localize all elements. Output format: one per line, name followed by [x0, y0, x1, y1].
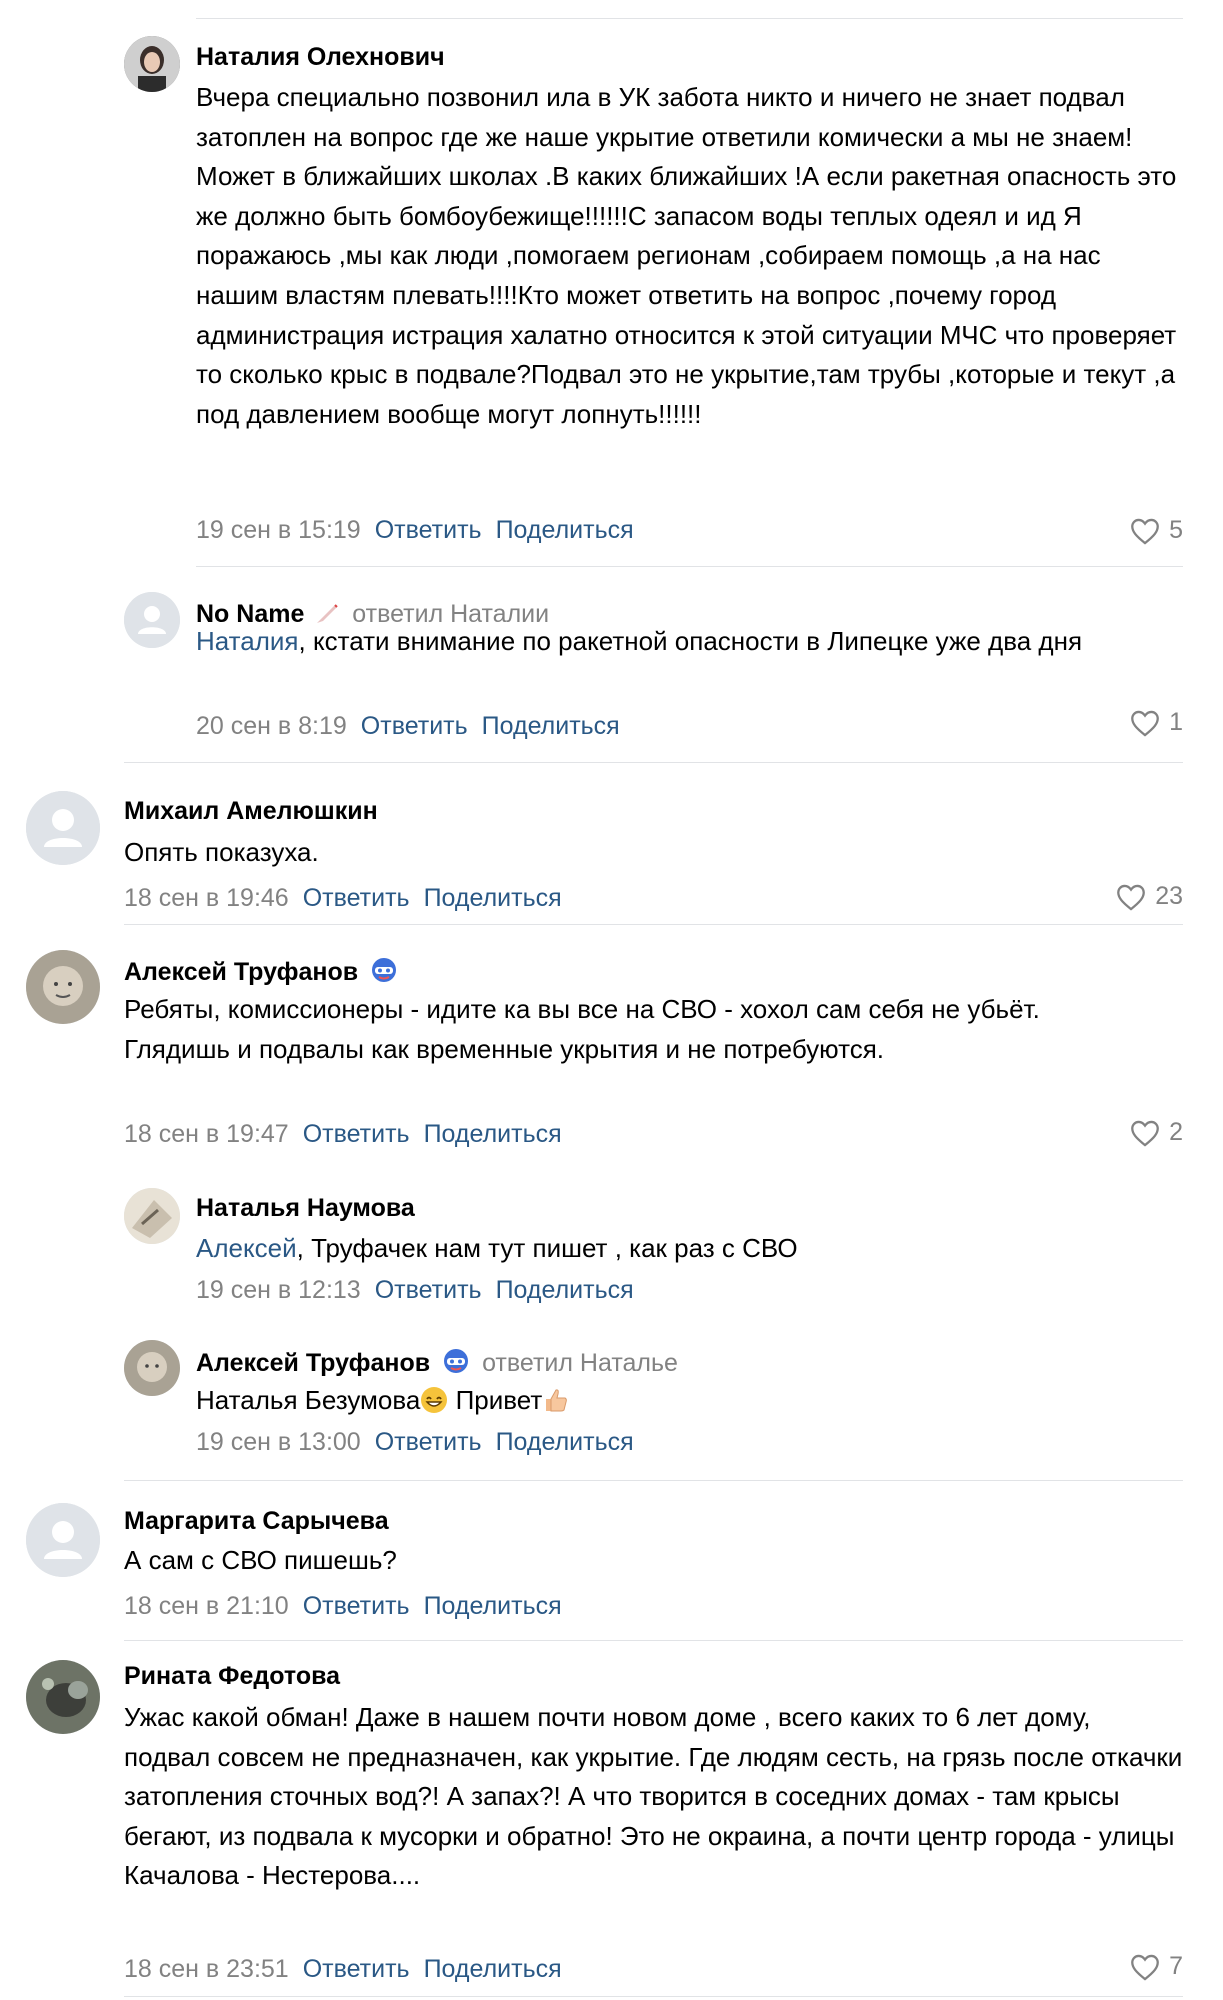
comment-text: Вчера специально позвонил ила в УК забот…: [196, 82, 1177, 429]
mention-link[interactable]: Наталия: [196, 626, 299, 656]
share-button[interactable]: Поделиться: [424, 1955, 562, 1983]
comment-author[interactable]: Наталья Наумова: [196, 1194, 415, 1223]
separator: [196, 18, 1183, 19]
comment-text: А сам с СВО пишешь?: [124, 1545, 397, 1575]
avatar[interactable]: [124, 1340, 180, 1396]
comment-meta: 19 сен в 15:19 Ответить Поделиться: [196, 516, 634, 545]
comment-text-body: Привет: [448, 1385, 543, 1415]
share-button[interactable]: Поделиться: [482, 712, 620, 740]
like-count: 2: [1169, 1118, 1183, 1146]
comment-meta: 19 сен в 12:13 Ответить Поделиться: [196, 1276, 634, 1305]
reply-button[interactable]: Ответить: [303, 884, 410, 912]
comment-meta: 18 сен в 19:47 Ответить Поделиться: [124, 1120, 562, 1149]
mention-name: Наталья Безумова: [196, 1385, 421, 1415]
comment-date[interactable]: 18 сен в 19:46: [124, 884, 289, 912]
heart-icon: [1131, 710, 1159, 737]
heart-icon: [1131, 518, 1159, 545]
like-count: 7: [1169, 1952, 1183, 1980]
avatar[interactable]: [26, 1503, 100, 1577]
comment-text: Ребяты, комиссионеры - идите ка вы все н…: [124, 990, 1183, 1069]
avatar[interactable]: [26, 1660, 100, 1734]
thumbs-up-emoji-icon: [546, 1389, 568, 1412]
comment-meta: 18 сен в 21:10 Ответить Поделиться: [124, 1592, 562, 1621]
like-count: 23: [1155, 882, 1183, 910]
comment-author[interactable]: Михаил Амелюшкин: [124, 797, 378, 826]
separator: [124, 762, 1183, 763]
share-button[interactable]: Поделиться: [424, 884, 562, 912]
comment-text-line: Глядишь и подвалы как временные укрытия …: [124, 1033, 885, 1064]
heart-icon: [1131, 1120, 1159, 1147]
mask-icon: [444, 1349, 469, 1373]
comment-meta: 18 сен в 23:51 Ответить Поделиться: [124, 1955, 562, 1984]
mention-link[interactable]: Алексей: [196, 1233, 297, 1263]
share-button[interactable]: Поделиться: [496, 516, 634, 544]
comment-date[interactable]: 18 сен в 23:51: [124, 1955, 289, 1983]
reply-button[interactable]: Ответить: [361, 712, 468, 740]
like-button[interactable]: 23: [1115, 882, 1183, 911]
comment-author[interactable]: Алексей Труфанов: [124, 955, 399, 987]
comment-text: Ужас какой обман! Даже в нашем почти нов…: [124, 1702, 1183, 1891]
comment-meta: 19 сен в 13:00 Ответить Поделиться: [196, 1428, 634, 1457]
replied-to[interactable]: ответил Наталье: [482, 1349, 678, 1377]
comment-author[interactable]: Алексей Труфанов ответил Наталье: [196, 1346, 678, 1378]
avatar[interactable]: [26, 950, 100, 1024]
reply-button[interactable]: Ответить: [303, 1120, 410, 1148]
reply-button[interactable]: Ответить: [375, 516, 482, 544]
like-count: 5: [1169, 516, 1183, 544]
comment-text-body: , Труфачек нам тут пишет , как раз с СВО: [296, 1233, 798, 1263]
share-button[interactable]: Поделиться: [424, 1592, 562, 1620]
share-button[interactable]: Поделиться: [496, 1428, 634, 1456]
comment-date[interactable]: 19 сен в 12:13: [196, 1276, 361, 1304]
grinning-emoji-icon: [421, 1387, 448, 1413]
separator: [124, 1996, 1183, 1997]
heart-icon: [1117, 884, 1146, 911]
like-button[interactable]: 2: [1129, 1118, 1183, 1147]
separator: [124, 1480, 1183, 1481]
like-button[interactable]: 7: [1129, 1952, 1183, 1981]
separator: [124, 924, 1183, 925]
comment-text: Наталья Безумова Привет: [196, 1381, 1183, 1421]
comment-text-body: , кстати внимание по ракетной опасности …: [298, 626, 1083, 656]
avatar[interactable]: [124, 36, 180, 92]
separator: [196, 566, 1183, 567]
author-name[interactable]: Алексей Труфанов: [124, 958, 358, 986]
comment-date[interactable]: 19 сен в 13:00: [196, 1428, 361, 1456]
heart-icon: [1131, 1954, 1159, 1981]
comment-meta: 18 сен в 19:46 Ответить Поделиться: [124, 884, 562, 913]
reply-button[interactable]: Ответить: [303, 1955, 410, 1983]
comment-text-line: Ребяты, комиссионеры - идите ка вы все н…: [124, 994, 1040, 1024]
comment-text: Опять показуха.: [124, 837, 319, 867]
comment-text: Алексей, Труфачек нам тут пишет , как ра…: [196, 1229, 1183, 1269]
comment-text: Наталия, кстати внимание по ракетной опа…: [196, 622, 1183, 662]
share-button[interactable]: Поделиться: [424, 1120, 562, 1148]
comment-date[interactable]: 18 сен в 19:47: [124, 1120, 289, 1148]
mask-icon: [372, 958, 397, 982]
reply-button[interactable]: Ответить: [375, 1428, 482, 1456]
avatar[interactable]: [124, 592, 180, 648]
like-count: 1: [1169, 708, 1183, 736]
separator: [124, 1640, 1183, 1641]
comment-date[interactable]: 20 сен в 8:19: [196, 712, 347, 740]
reply-button[interactable]: Ответить: [303, 1592, 410, 1620]
comment-author[interactable]: Маргарита Сарычева: [124, 1507, 389, 1536]
like-button[interactable]: 5: [1129, 516, 1183, 545]
like-button[interactable]: 1: [1129, 708, 1183, 737]
author-name[interactable]: Алексей Труфанов: [196, 1349, 430, 1377]
comment-date[interactable]: 18 сен в 21:10: [124, 1592, 289, 1620]
comment-meta: 20 сен в 8:19 Ответить Поделиться: [196, 712, 620, 741]
share-button[interactable]: Поделиться: [496, 1276, 634, 1304]
avatar[interactable]: [26, 791, 100, 865]
comment-author[interactable]: Рината Федотова: [124, 1662, 340, 1691]
comment-date[interactable]: 19 сен в 15:19: [196, 516, 361, 544]
reply-button[interactable]: Ответить: [375, 1276, 482, 1304]
comment-author[interactable]: Наталия Олехнович: [196, 43, 445, 72]
avatar[interactable]: [124, 1188, 180, 1244]
